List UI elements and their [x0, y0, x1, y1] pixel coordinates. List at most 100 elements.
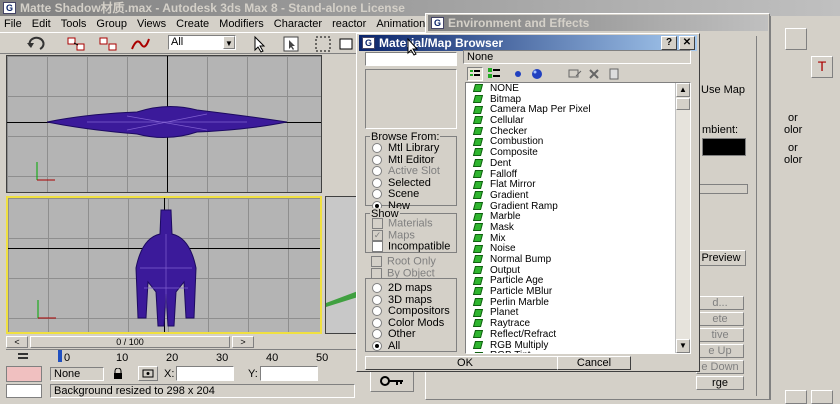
radio-3d-maps-dot — [372, 294, 382, 305]
lock-icon[interactable] — [112, 367, 124, 383]
map-list-item-label: Particle Age — [490, 275, 544, 287]
maxscript-input-mini[interactable] — [6, 384, 42, 398]
current-map-value: None — [467, 51, 494, 63]
map-list-scrollbar[interactable]: ▲ ▼ — [675, 83, 690, 353]
map-list-item-label: Perlin Marble — [490, 296, 549, 308]
track-bar-menu-icon[interactable] — [16, 350, 30, 367]
menu-group[interactable]: Group — [96, 16, 127, 32]
map-list-item-label: Cellular — [490, 115, 524, 127]
close-button[interactable]: ✕ — [679, 36, 695, 50]
map-type-icon — [472, 308, 484, 317]
map-list-item-label: Output — [490, 264, 521, 276]
env-scrollbar[interactable] — [756, 36, 766, 396]
key-mode-button[interactable] — [370, 370, 414, 392]
command-panel: T — [770, 16, 840, 404]
view-small-icons-icon[interactable] — [511, 67, 525, 82]
radio-other[interactable]: Other — [372, 328, 450, 341]
undo-icon[interactable] — [24, 33, 46, 55]
map-type-icon — [472, 298, 484, 307]
checkbox-incompatible[interactable]: Incompatible — [372, 241, 450, 253]
delete-effect-button[interactable]: ete — [696, 312, 744, 326]
menu-reactor[interactable]: reactor — [332, 16, 366, 32]
menu-file[interactable]: File — [4, 16, 22, 32]
move-down-button[interactable]: e Down — [696, 360, 744, 374]
checkbox-maps-box: ✓ — [372, 229, 383, 241]
label-other: Other — [388, 328, 416, 340]
cancel-button[interactable]: Cancel — [557, 356, 631, 370]
view-list-icon[interactable] — [467, 67, 483, 81]
maxscript-listener-mini[interactable] — [6, 366, 42, 382]
preview-button[interactable]: Preview — [696, 250, 746, 266]
map-list-item-label: RGB Tint — [490, 350, 531, 353]
scroll-up-arrow-icon[interactable]: ▲ — [676, 83, 690, 97]
prev-frame-button[interactable]: < — [6, 336, 28, 348]
next-frame-button[interactable]: > — [232, 336, 254, 348]
map-list[interactable]: NONE Bitmap Camera Map Per Pixel Cellular Ch… — [465, 82, 691, 354]
view-list-icons-icon[interactable] — [487, 67, 501, 82]
radio-all[interactable]: All — [372, 340, 450, 353]
radio-selected-dot — [372, 177, 382, 188]
track-bar[interactable]: 0 10 20 30 40 50 — [6, 349, 356, 365]
axis-tripod-icon — [36, 162, 55, 181]
time-slider[interactable]: < 0 / 100 > — [6, 336, 322, 348]
map-type-icon — [472, 95, 484, 104]
y-coord-field[interactable] — [260, 366, 318, 381]
viewport-left-active[interactable] — [6, 196, 322, 334]
window-crossing-icon[interactable] — [336, 33, 358, 55]
browse-from-group: Browse From: Mtl Library Mtl Editor Acti… — [365, 131, 457, 211]
add-effect-label: d... — [712, 297, 728, 309]
radio-color-mods-dot — [372, 317, 382, 328]
map-type-icon — [472, 127, 484, 136]
use-map-checkbox[interactable]: Use Map — [701, 84, 751, 100]
x-coord-field[interactable] — [176, 366, 234, 381]
model-wireframe-front — [135, 209, 197, 327]
app-icon: G — [431, 17, 444, 29]
selection-filter-dropdown[interactable]: All ▼ — [168, 35, 236, 50]
select-arrow-icon[interactable] — [248, 33, 270, 55]
active-effect-button[interactable]: tive — [696, 328, 744, 342]
menu-modifiers[interactable]: Modifiers — [219, 16, 264, 32]
map-list-item[interactable]: RGB Tint — [466, 350, 690, 353]
unlink-icon[interactable] — [96, 33, 118, 55]
menu-animation[interactable]: Animation — [376, 16, 425, 32]
active-effect-label: tive — [711, 329, 729, 341]
scroll-down-arrow-icon[interactable]: ▼ — [676, 339, 690, 353]
mouse-cursor-icon — [407, 38, 419, 56]
ambient-color-swatch[interactable] — [702, 138, 746, 156]
viewport-front[interactable] — [6, 55, 322, 193]
menu-tools[interactable]: Tools — [61, 16, 87, 32]
rectangle-select-icon[interactable] — [312, 33, 334, 55]
current-map-field: None — [463, 50, 691, 64]
tick-50: 50 — [316, 352, 329, 364]
merge-button[interactable]: rge — [696, 376, 744, 390]
material-map-browser-dialog: G Material/Map Browser ? ✕ Browse From: … — [356, 33, 700, 372]
viewport-perspective[interactable] — [325, 196, 357, 334]
display-panel-icon[interactable] — [785, 28, 807, 50]
link-icon[interactable] — [64, 33, 86, 55]
ok-button[interactable]: OK — [365, 356, 565, 370]
bottom-nav-icon[interactable] — [785, 390, 807, 404]
label-incompatible: Incompatible — [388, 240, 451, 253]
merge-label: rge — [712, 377, 728, 389]
label-mtl-library: Mtl Library — [388, 142, 440, 154]
time-slider-thumb[interactable]: 0 / 100 — [30, 336, 230, 348]
absolute-mode-button[interactable] — [138, 366, 158, 381]
radio-compositors-dot — [372, 306, 382, 317]
move-up-button[interactable]: e Up — [696, 344, 744, 358]
menu-edit[interactable]: Edit — [32, 16, 51, 32]
add-effect-button[interactable]: d... — [696, 296, 744, 310]
browser-toolbar — [467, 67, 667, 81]
help-button[interactable]: ? — [661, 36, 677, 50]
scroll-thumb[interactable] — [676, 98, 690, 110]
bottom-nav-icon-2[interactable] — [811, 390, 833, 404]
checkbox-incompatible-box — [372, 241, 383, 252]
select-by-name-icon[interactable] — [280, 33, 302, 55]
utilities-hammer-icon[interactable]: T — [811, 56, 833, 78]
bind-spacewarp-icon[interactable] — [128, 33, 150, 55]
radio-mtl-editor-dot — [372, 154, 382, 165]
frame-readout: 0 / 100 — [116, 337, 144, 347]
menu-views[interactable]: Views — [137, 16, 166, 32]
radio-2d-maps-dot — [372, 283, 382, 294]
menu-character[interactable]: Character — [274, 16, 322, 32]
menu-create[interactable]: Create — [176, 16, 209, 32]
